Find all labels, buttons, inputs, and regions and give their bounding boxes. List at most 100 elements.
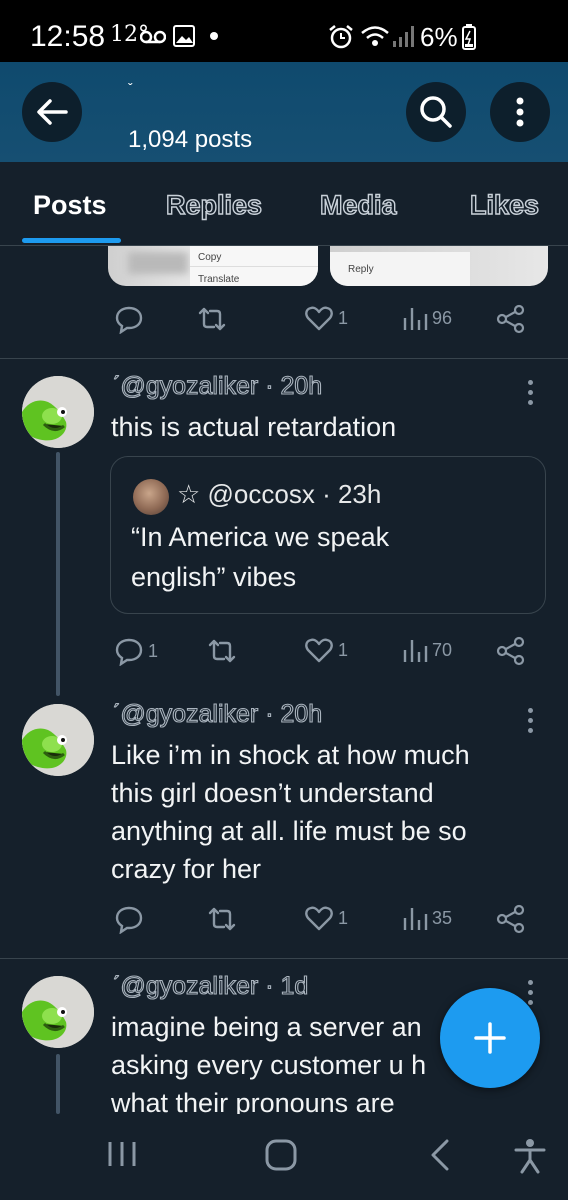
tab-media[interactable]: Media	[319, 189, 397, 221]
home-icon[interactable]	[264, 1138, 298, 1172]
like-button[interactable]: 1	[304, 304, 348, 332]
share-button[interactable]	[496, 304, 526, 334]
active-tab-indicator	[22, 238, 121, 243]
quote-text-line-1: “In America we speak	[131, 522, 390, 552]
post-divider	[0, 358, 568, 359]
tab-posts[interactable]: Posts	[33, 190, 107, 221]
post-text-line: crazy for her	[111, 854, 262, 884]
reply-button[interactable]: 1	[114, 636, 158, 666]
blurred-content	[128, 252, 188, 274]
kermit-avatar-image	[22, 704, 94, 776]
kermit-avatar-image	[22, 376, 94, 448]
views-icon	[403, 640, 428, 662]
views-icon	[403, 908, 428, 930]
dot	[528, 990, 533, 995]
tab-likes[interactable]: Likes	[469, 189, 539, 221]
heart-icon	[305, 638, 333, 663]
like-button[interactable]: 1	[304, 636, 348, 664]
view-count: 70	[432, 639, 453, 660]
media-image-1[interactable]: Copy Translate	[108, 246, 318, 286]
menu-divider	[190, 266, 318, 267]
like-count: 1	[338, 907, 349, 928]
reply-button[interactable]	[114, 904, 144, 934]
voicemail-icon	[140, 30, 166, 44]
quote-avatar	[133, 479, 169, 515]
previous-post-actions: 1 96	[108, 304, 538, 344]
repost-button[interactable]	[204, 636, 240, 666]
signal-icon	[393, 26, 414, 47]
share-icon	[496, 304, 525, 334]
post-text-line: what their pronouns are	[111, 1088, 395, 1114]
views-button[interactable]: 70	[402, 636, 452, 664]
reply-icon	[115, 638, 143, 666]
dot	[528, 708, 533, 713]
avatar[interactable]	[22, 704, 94, 776]
battery-icon	[462, 24, 476, 50]
compose-button[interactable]	[440, 988, 540, 1088]
post-text: this is actual retardation	[111, 412, 397, 442]
search-button[interactable]	[406, 82, 466, 142]
repost-button[interactable]	[204, 904, 240, 934]
views-button[interactable]: 96	[402, 304, 452, 332]
thread-line	[56, 1054, 60, 1114]
like-button[interactable]: 1	[304, 904, 348, 932]
post-handle[interactable]: ˊ@gyozaliker · 20h	[111, 371, 322, 401]
wifi-icon	[361, 26, 389, 46]
context-menu: Reply	[330, 252, 470, 286]
dot-icon	[210, 32, 218, 40]
avatar[interactable]	[22, 976, 94, 1048]
context-menu: Copy Translate	[190, 246, 318, 286]
share-button[interactable]	[496, 904, 526, 934]
plus-icon	[474, 1022, 506, 1054]
reply-button[interactable]	[114, 304, 144, 334]
battery-percent: 6%	[420, 22, 458, 52]
repost-icon	[208, 907, 236, 931]
previous-post-media[interactable]: Copy Translate Reply	[108, 246, 548, 286]
image-icon	[173, 25, 195, 47]
profile-name: ˇ	[128, 80, 133, 96]
accessibility-icon[interactable]	[514, 1138, 546, 1174]
media-image-2[interactable]: Reply	[330, 246, 548, 286]
reply-icon	[115, 906, 143, 934]
dot	[528, 380, 533, 385]
avatar[interactable]	[22, 376, 94, 448]
repost-button[interactable]	[194, 304, 230, 334]
reply-count: 1	[148, 640, 159, 661]
search-icon	[420, 96, 452, 128]
quoted-post[interactable]: ☆ @occosx · 23h “In America we speak eng…	[110, 456, 546, 614]
repost-icon	[208, 639, 236, 663]
post-handle[interactable]: ˊ@gyozaliker · 20h	[111, 699, 322, 729]
android-nav-bar	[0, 1114, 568, 1200]
menu-item-translate: Translate	[198, 274, 240, 285]
dot	[528, 390, 533, 395]
back-icon[interactable]	[428, 1138, 452, 1172]
view-count: 35	[432, 907, 453, 928]
tab-replies[interactable]: Replies	[165, 189, 262, 221]
post-more-button[interactable]	[528, 708, 536, 738]
post-more-button[interactable]	[528, 380, 536, 410]
status-bar: 12:58 12° 6%	[0, 0, 568, 62]
dot	[528, 718, 533, 723]
share-icon	[496, 904, 525, 934]
profile-tabs: Posts Replies Media Likes	[0, 162, 568, 246]
views-icon	[403, 308, 428, 330]
more-vertical-icon	[516, 97, 524, 127]
like-count: 1	[338, 639, 349, 660]
more-button[interactable]	[490, 82, 550, 142]
quote-handle: ☆ @occosx · 23h	[177, 479, 382, 509]
alarm-icon	[329, 25, 353, 49]
reply-icon	[115, 306, 143, 334]
menu-item-copy: Copy	[198, 252, 222, 263]
recent-apps-icon[interactable]	[106, 1138, 138, 1170]
share-button[interactable]	[496, 636, 526, 666]
post-handle[interactable]: ˊ@gyozaliker · 1d	[111, 971, 308, 1001]
dot	[528, 728, 533, 733]
dot	[528, 980, 533, 985]
post-actions: 1 35	[108, 904, 538, 944]
back-button[interactable]	[22, 82, 82, 142]
post-divider	[0, 958, 568, 959]
post-actions: 1 1 70	[108, 636, 538, 676]
views-button[interactable]: 35	[402, 904, 452, 932]
post-more-button[interactable]	[528, 980, 536, 1010]
post-text-line: anything at all. life must be so	[111, 816, 467, 846]
